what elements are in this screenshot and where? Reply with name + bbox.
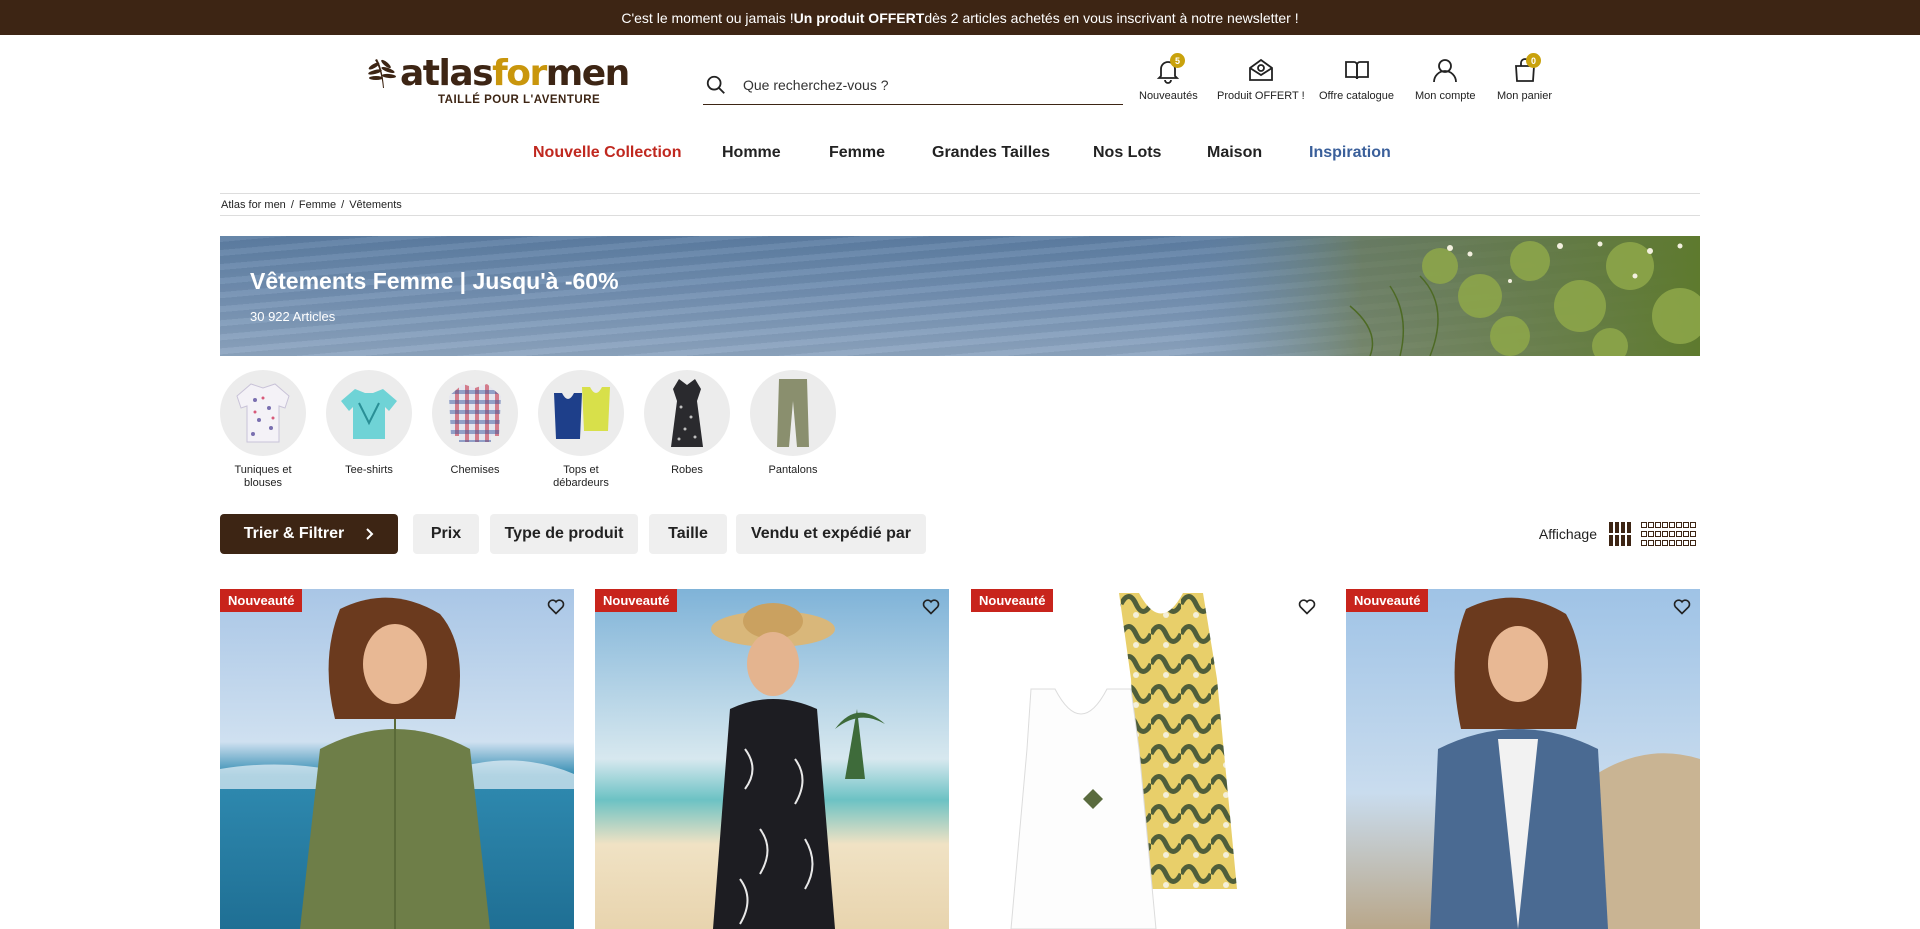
- offre-catalogue-label: Offre catalogue: [1319, 90, 1395, 102]
- breadcrumb-separator: /: [341, 198, 345, 211]
- logo-tagline: TAILLÉ POUR L'AVENTURE: [438, 94, 601, 106]
- nouveautes-link[interactable]: 5 Nouveautés: [1139, 53, 1198, 102]
- user-icon: [1433, 59, 1458, 83]
- brand-logo[interactable]: atlasformen TAILLÉ POUR L'AVENTURE: [366, 53, 630, 110]
- nav-inspiration[interactable]: Inspiration: [1309, 144, 1391, 162]
- category-robes[interactable]: Robes: [644, 370, 730, 477]
- nav-homme[interactable]: Homme: [722, 144, 781, 162]
- banner-plants-image: [1180, 236, 1700, 356]
- promo-text-2: dès 2 articles achetés en vous inscrivan…: [924, 9, 1299, 26]
- product-card[interactable]: Nouveauté: [595, 589, 949, 929]
- book-icon: [1344, 61, 1369, 80]
- filter-taille[interactable]: Taille: [649, 514, 727, 554]
- new-badge: Nouveauté: [1346, 589, 1429, 612]
- category-label: Robes: [671, 464, 703, 476]
- heart-icon[interactable]: [1672, 596, 1692, 616]
- nouveautes-label: Nouveautés: [1139, 90, 1198, 102]
- category-tee-shirts[interactable]: Tee-shirts: [326, 370, 412, 477]
- category-pantalons[interactable]: Pantalons: [750, 370, 836, 477]
- breadcrumb-item[interactable]: Vêtements: [349, 199, 402, 211]
- heart-icon[interactable]: [546, 596, 566, 616]
- product-image: [971, 589, 1325, 929]
- display-label: Affichage: [1538, 526, 1597, 542]
- main-nav: Nouvelle Collection Homme Femme Grandes …: [0, 144, 1920, 166]
- category-label: Chemises: [450, 464, 500, 476]
- produit-offert-label: Produit OFFERT !: [1217, 90, 1305, 102]
- category-thumb: [326, 370, 412, 456]
- gift-envelope-icon: [1248, 58, 1273, 81]
- search-input[interactable]: [743, 77, 1103, 93]
- nav-femme[interactable]: Femme: [829, 144, 885, 162]
- breadcrumb-item[interactable]: Femme: [299, 199, 336, 211]
- category-chemises[interactable]: Chemises: [432, 370, 518, 477]
- banner-title: Vêtements Femme | Jusqu'à -60%: [250, 268, 619, 294]
- mon-compte-link[interactable]: Mon compte: [1415, 56, 1476, 102]
- nav-maison[interactable]: Maison: [1207, 144, 1262, 162]
- promo-text-bold: Un produit OFFERT: [793, 9, 925, 26]
- heart-icon[interactable]: [921, 596, 941, 616]
- article-count: 30 922 Articles: [250, 309, 336, 324]
- grid-4-icon[interactable]: [1609, 522, 1633, 546]
- offre-catalogue-link[interactable]: Offre catalogue: [1319, 56, 1394, 102]
- product-card[interactable]: Nouveauté: [220, 589, 574, 929]
- category-label: Tuniques et blouses: [234, 464, 292, 489]
- product-image: [220, 589, 574, 929]
- new-badge: Nouveauté: [220, 589, 303, 612]
- display-toggle: Affichage: [1539, 522, 1699, 546]
- filter-prix[interactable]: Prix: [413, 514, 479, 554]
- fern-logo-icon: [368, 59, 396, 88]
- product-card[interactable]: Nouveauté: [971, 589, 1325, 929]
- category-banner: Vêtements Femme | Jusqu'à -60% 30 922 Ar…: [220, 236, 1700, 356]
- category-label: Tops et débardeurs: [553, 464, 609, 489]
- promo-banner[interactable]: C'est le moment ou jamais ! Un produit O…: [0, 0, 1920, 35]
- produit-offert-link[interactable]: Produit OFFERT !: [1217, 56, 1305, 102]
- category-thumb: [750, 370, 836, 456]
- product-image: [1346, 589, 1700, 929]
- promo-text-1: C'est le moment ou jamais !: [621, 9, 794, 26]
- category-label: Pantalons: [768, 464, 818, 476]
- category-tuniques[interactable]: Tuniques et blouses: [220, 370, 306, 490]
- breadcrumb-separator: /: [290, 198, 294, 211]
- new-badge: Nouveauté: [971, 589, 1054, 612]
- category-thumb: [220, 370, 306, 456]
- filter-type-produit[interactable]: Type de produit: [490, 514, 638, 554]
- mon-compte-label: Mon compte: [1415, 90, 1476, 102]
- product-card[interactable]: Nouveauté: [1346, 589, 1700, 929]
- nav-nos-lots[interactable]: Nos Lots: [1093, 144, 1161, 162]
- breadcrumb: Atlas for men / Femme / Vêtements: [220, 193, 1700, 216]
- search-icon[interactable]: [705, 74, 727, 96]
- category-label: Tee-shirts: [345, 464, 393, 476]
- heart-icon[interactable]: [1297, 596, 1317, 616]
- sort-filter-button[interactable]: Trier & Filtrer: [220, 514, 398, 554]
- category-tops[interactable]: Tops et débardeurs: [538, 370, 624, 490]
- cart-badge: 0: [1526, 53, 1541, 68]
- category-thumb: [432, 370, 518, 456]
- nav-nouvelle-collection[interactable]: Nouvelle Collection: [533, 144, 681, 162]
- chevron-right-icon: [366, 528, 374, 540]
- breadcrumb-item[interactable]: Atlas for men: [221, 199, 286, 211]
- notification-badge: 5: [1170, 53, 1185, 68]
- product-image: [595, 589, 949, 929]
- new-badge: Nouveauté: [595, 589, 678, 612]
- grid-8-icon[interactable]: [1641, 522, 1699, 546]
- mon-panier-link[interactable]: 0 Mon panier: [1497, 53, 1553, 102]
- filter-vendu-par[interactable]: Vendu et expédié par: [736, 514, 926, 554]
- mon-panier-label: Mon panier: [1497, 90, 1553, 102]
- category-thumb: [538, 370, 624, 456]
- category-thumb: [644, 370, 730, 456]
- logo-wordmark: atlasformen: [400, 53, 630, 94]
- search-bar[interactable]: [703, 66, 1123, 105]
- nav-grandes-tailles[interactable]: Grandes Tailles: [932, 144, 1050, 162]
